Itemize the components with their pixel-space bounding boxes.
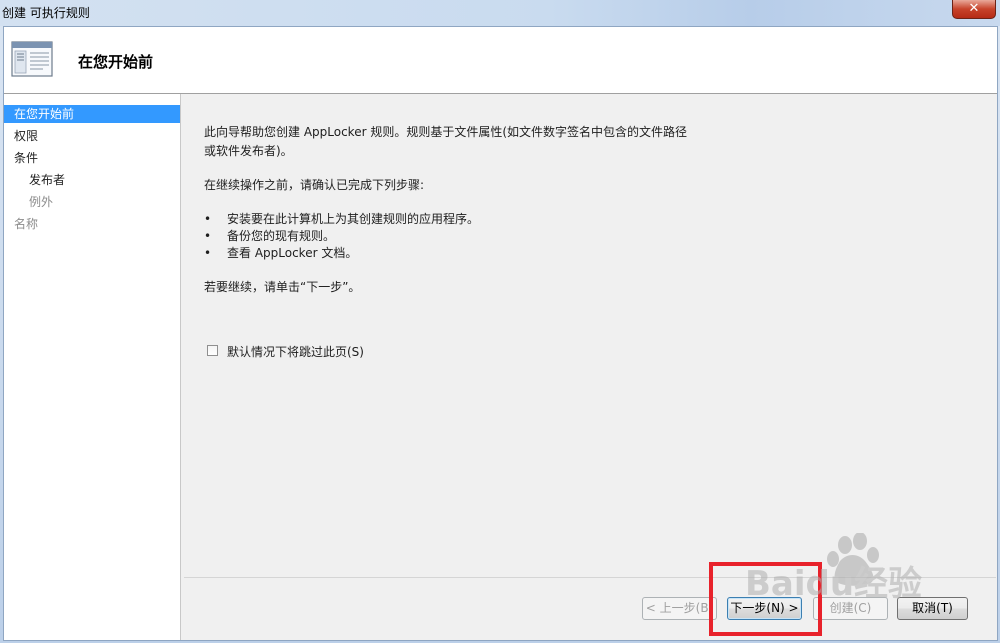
- create-button-label: 创建(C): [829, 601, 872, 615]
- sidebar-item-label: 条件: [14, 151, 39, 165]
- continue-instruction: 若要继续，请单击“下一步”。: [204, 280, 361, 294]
- intro-text-line2: 或软件发布者)。: [204, 144, 293, 158]
- wizard-header: 在您开始前: [4, 27, 997, 94]
- create-button: 创建(C): [813, 597, 888, 620]
- bullet-icon: •: [204, 246, 212, 260]
- back-button-label: < 上一步(B): [645, 601, 714, 615]
- close-button[interactable]: ✕: [952, 0, 996, 19]
- next-button-label: 下一步(N) >: [730, 601, 799, 615]
- sidebar-item-permissions[interactable]: 权限: [14, 127, 38, 145]
- sidebar-item-before-you-begin[interactable]: 在您开始前: [4, 105, 180, 123]
- prerequisites-heading: 在继续操作之前，请确认已完成下列步骤:: [204, 178, 425, 192]
- sidebar-item-label: 在您开始前: [14, 107, 75, 121]
- sidebar-item-conditions[interactable]: 条件: [14, 149, 38, 167]
- wizard-step-list: 在您开始前 权限 条件 发布者 例外 名称: [4, 94, 181, 640]
- close-icon: ✕: [968, 1, 980, 16]
- wizard-client-area: 在您开始前 在您开始前 权限 条件 发布者 例外 名称 此向导帮助您创建 App: [3, 26, 998, 641]
- sidebar-item-label: 例外: [29, 195, 54, 209]
- cancel-button-label: 取消(T): [912, 601, 953, 615]
- sidebar-item-label: 名称: [14, 217, 39, 231]
- intro-text-line1: 此向导帮助您创建 AppLocker 规则。规则基于文件属性(如文件数字签名中包…: [204, 125, 688, 139]
- sidebar-item-exceptions: 例外: [29, 193, 53, 211]
- list-item-text: 查看 AppLocker 文档。: [227, 246, 358, 260]
- window-title: 创建 可执行规则: [2, 6, 90, 20]
- next-button[interactable]: 下一步(N) >: [727, 597, 802, 620]
- page-title: 在您开始前: [78, 53, 154, 71]
- footer-divider: [184, 577, 996, 578]
- cancel-button[interactable]: 取消(T): [897, 597, 968, 620]
- sidebar-item-label: 权限: [14, 129, 39, 143]
- skip-page-checkbox[interactable]: [207, 345, 218, 356]
- skip-page-label[interactable]: 默认情况下将跳过此页(S): [227, 343, 364, 360]
- sidebar-item-name: 名称: [14, 215, 38, 233]
- sidebar-item-label: 发布者: [29, 173, 66, 187]
- wizard-window: 创建 可执行规则 ✕ 在您开始前 在您开始前 权限 条件 发布者 例外 名称 此…: [0, 0, 1000, 643]
- back-button: < 上一步(B): [642, 597, 717, 620]
- title-bar[interactable]: 创建 可执行规则 ✕: [0, 0, 1000, 26]
- sidebar-item-publisher[interactable]: 发布者: [29, 171, 65, 189]
- wizard-page-icon: [11, 41, 53, 77]
